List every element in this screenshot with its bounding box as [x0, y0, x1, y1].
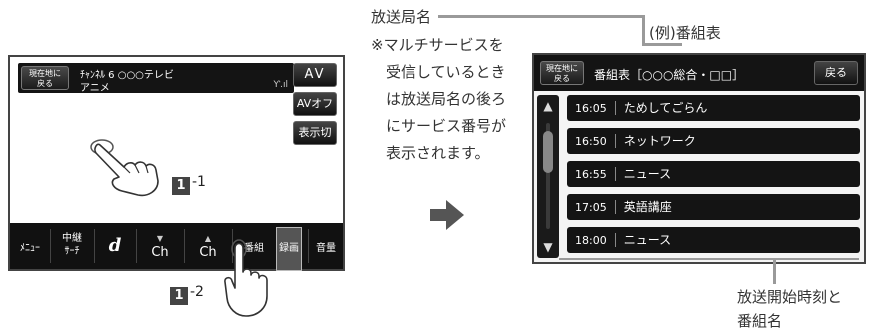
program-name: ネットワーク	[623, 134, 696, 148]
menu-label: ﾒﾆｭｰ	[20, 243, 40, 254]
record-button[interactable]: 録画	[274, 226, 304, 271]
multi-service-note-line: 表示されます。	[386, 144, 490, 162]
return-to-current-location-button[interactable]: 現在地に 戻る	[21, 66, 69, 90]
bracket-line	[559, 258, 859, 260]
bottom-toolbar: ﾒﾆｭｰ 中継 ｻｰﾁ d ▼ Ch ▲ Ch 番組 録画 音量	[10, 223, 343, 271]
navigation-screen-av: 現在地に 戻る ﾁｬﾝﾈﾙ 6 ○○○テレビ アニメ Ƴ.ıl AV AVオフ …	[8, 55, 345, 271]
volume-label: 音量	[316, 243, 336, 254]
scrollbar[interactable]: ▲ ▼	[537, 95, 559, 258]
program-row[interactable]: 16:05 ためしてごらん	[567, 95, 860, 121]
relay-search-button[interactable]: 中継 ｻｰﾁ	[54, 226, 90, 266]
program-time: 16:05	[575, 102, 607, 115]
display-switch-button[interactable]: 表示切換	[293, 121, 337, 161]
back-button[interactable]: 戻る	[814, 61, 858, 85]
av-button[interactable]: AV	[293, 63, 337, 87]
tapping-hand-icon	[224, 239, 268, 317]
chevron-down-icon: ▼	[156, 234, 164, 243]
program-guide-header: 現在地に 戻る 番組表［○○○総合・□□］ 戻る	[534, 55, 864, 91]
signal-strength-icon: Ƴ.ıl	[273, 80, 288, 90]
row-divider	[614, 167, 616, 181]
program-time: 17:05	[575, 201, 607, 214]
scroll-down-icon[interactable]: ▼	[537, 236, 559, 258]
row-divider	[614, 200, 616, 214]
program-row[interactable]: 16:55 ニュース	[567, 161, 860, 187]
program-name: 英語講座	[623, 200, 672, 214]
program-guide-title: 番組表［○○○総合・□□］	[594, 68, 745, 82]
toolbar-divider	[94, 229, 95, 263]
program-time: 18:00	[575, 234, 607, 247]
program-row[interactable]: 18:00 ニュース	[567, 227, 860, 253]
channel-down-button[interactable]: ▼ Ch	[140, 226, 180, 266]
row-divider	[614, 233, 616, 247]
search-label: ｻｰﾁ	[64, 246, 80, 257]
d-button-icon: d	[108, 235, 122, 256]
bracket-line	[773, 258, 776, 284]
program-name: ためしてごらん	[623, 101, 708, 115]
multi-service-note-line: にサービス番号が	[386, 117, 507, 135]
example-label: (例)番組表	[649, 24, 721, 42]
program-time: 16:50	[575, 135, 607, 148]
annotation-leader-line	[438, 15, 643, 18]
toolbar-divider	[184, 229, 185, 263]
program-genre: アニメ	[80, 83, 110, 94]
step-label: -1	[192, 174, 206, 190]
row-divider	[614, 101, 616, 115]
return-to-current-location-button[interactable]: 現在地に 戻る	[540, 61, 584, 85]
multi-service-note-line: は放送局名の後ろ	[386, 90, 507, 108]
row-divider	[614, 134, 616, 148]
pointing-hand-icon	[90, 139, 159, 197]
multi-service-note-line: ※マルチサービスを	[371, 36, 504, 54]
scroll-thumb[interactable]	[543, 131, 553, 173]
program-guide-screen: 現在地に 戻る 番組表［○○○総合・□□］ 戻る ▲ ▼ 16:05 ためしてごら…	[532, 53, 866, 264]
station-name-annotation: 放送局名	[371, 8, 432, 26]
start-time-annotation: 放送開始時刻と	[737, 288, 843, 306]
channel-down-label: Ch	[151, 245, 169, 260]
av-off-button[interactable]: AVオフ	[293, 92, 337, 116]
annotation-leader-line	[642, 43, 682, 46]
program-name-annotation: 番組名	[737, 312, 783, 330]
channel-info-bar: 現在地に 戻る ﾁｬﾝﾈﾙ 6 ○○○テレビ アニメ Ƴ.ıl	[18, 63, 294, 94]
step-label: -2	[190, 284, 204, 300]
toolbar-divider	[50, 229, 51, 263]
data-broadcast-button[interactable]: d	[98, 226, 132, 266]
program-row[interactable]: 17:05 英語講座	[567, 194, 860, 220]
program-name: ニュース	[623, 167, 672, 181]
relay-label: 中継	[62, 233, 82, 244]
volume-button[interactable]: 音量	[310, 226, 342, 266]
annotation-leader-line	[642, 15, 645, 45]
step-badge: 1	[170, 287, 188, 305]
program-name: ニュース	[623, 233, 672, 247]
record-label: 録画	[276, 227, 302, 271]
toolbar-divider	[136, 229, 137, 263]
arrow-right-icon	[430, 200, 464, 230]
program-list-area: ▲ ▼ 16:05 ためしてごらん 16:50 ネットワーク 16:55 ニュース 1…	[534, 91, 864, 262]
program-time: 16:55	[575, 168, 607, 181]
multi-service-note-line: 受信しているとき	[386, 63, 506, 81]
scroll-up-icon[interactable]: ▲	[537, 95, 559, 117]
toolbar-divider	[308, 229, 309, 263]
program-row[interactable]: 16:50 ネットワーク	[567, 128, 860, 154]
menu-button[interactable]: ﾒﾆｭｰ	[14, 226, 46, 266]
step-badge: 1	[172, 177, 190, 195]
